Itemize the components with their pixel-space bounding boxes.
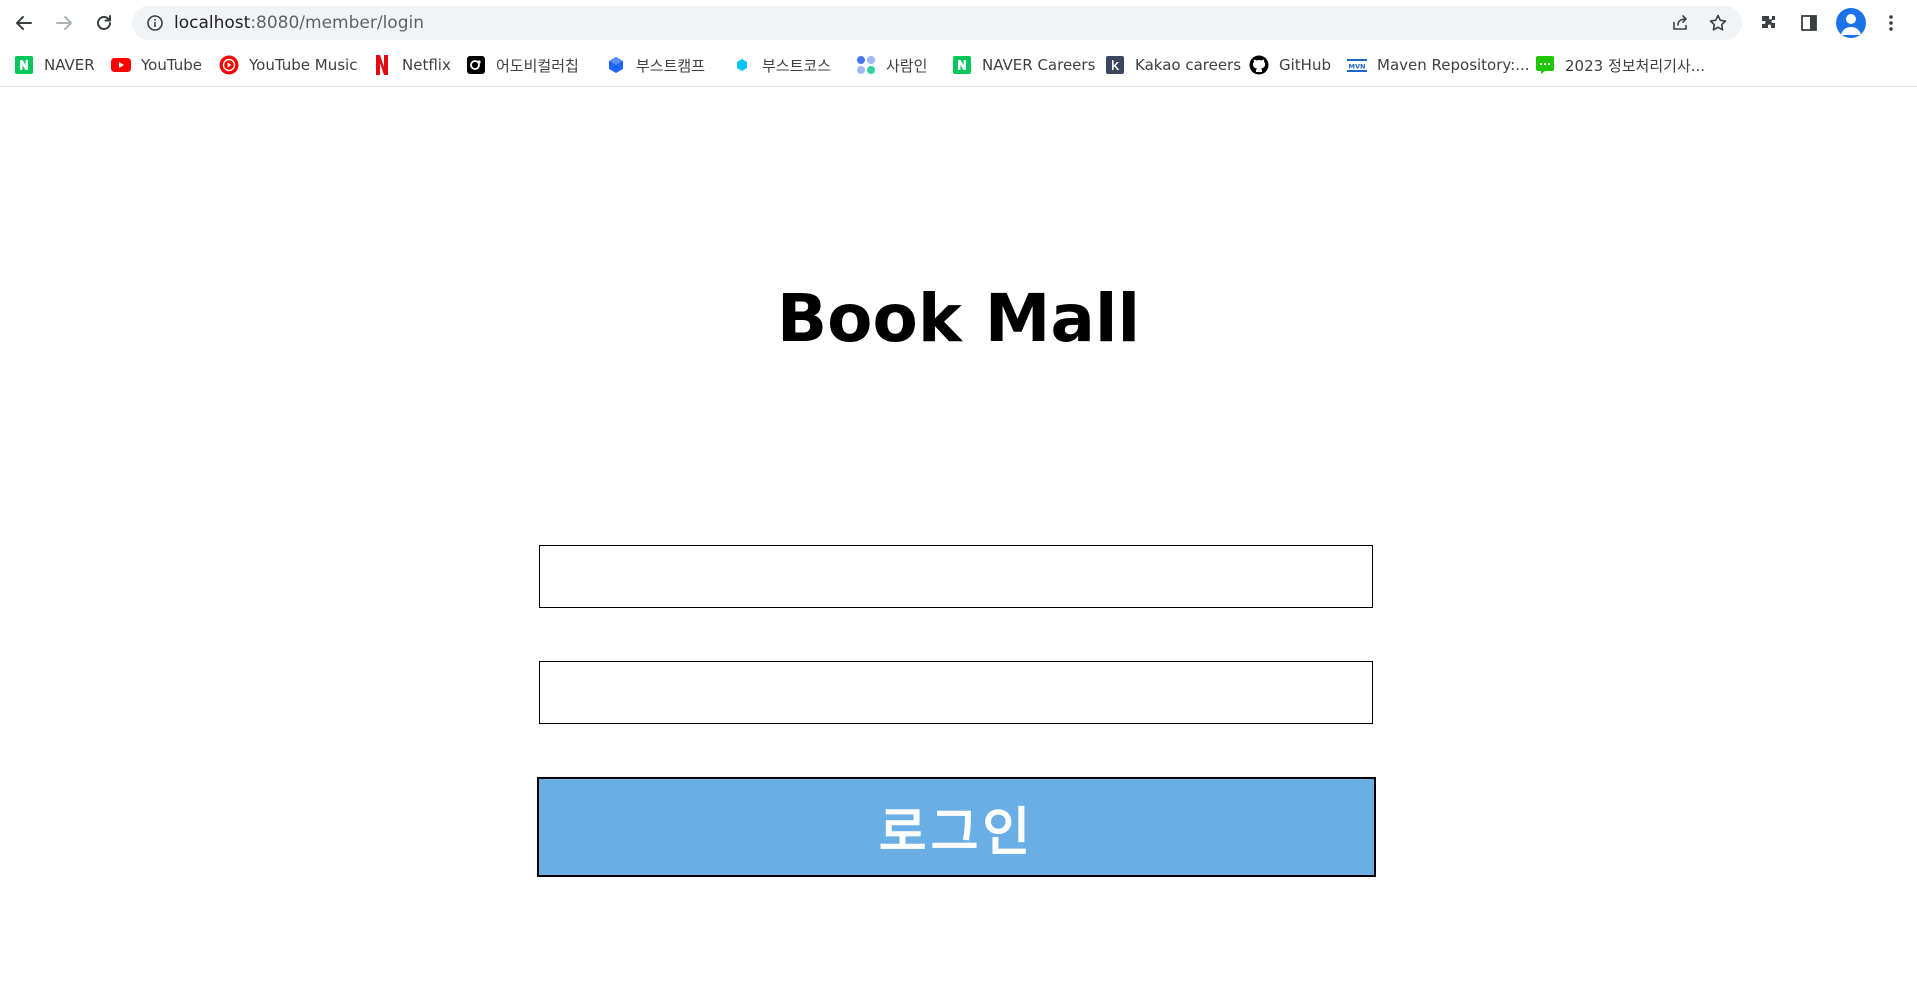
url-host: localhost xyxy=(174,13,251,33)
bookmark-label: YouTube Music xyxy=(249,56,358,74)
adobe-color-icon xyxy=(466,55,486,75)
reload-icon xyxy=(97,15,111,30)
bookmark-saramin[interactable]: 사람인 xyxy=(856,52,927,78)
bookmark-youtube-music[interactable]: YouTube Music xyxy=(219,52,357,78)
bookmarks-bar: NAVER YouTube YouTube Music Netflix 어도비컬… xyxy=(0,46,1917,87)
bookmark-github[interactable]: GitHub xyxy=(1249,52,1331,78)
bookmark-label: NAVER Careers xyxy=(982,56,1096,74)
extensions-button[interactable] xyxy=(1754,8,1784,38)
username-input[interactable] xyxy=(539,545,1373,608)
browser-toolbar: localhost:8080/member/login xyxy=(0,0,1917,46)
kebab-menu-icon xyxy=(1889,15,1893,31)
bookmark-label: Netflix xyxy=(402,56,451,74)
back-arrow-icon xyxy=(16,16,32,30)
youtube-icon xyxy=(111,55,131,75)
naver-icon xyxy=(14,55,34,75)
svg-text:MVN: MVN xyxy=(1349,63,1366,71)
bookmark-kakao-careers[interactable]: Kakao careers xyxy=(1105,52,1241,78)
profile-avatar[interactable] xyxy=(1836,8,1866,38)
side-panel-button[interactable] xyxy=(1794,8,1824,38)
side-panel-icon xyxy=(1801,15,1817,31)
bookmark-boostcamp[interactable]: 부스트캠프 xyxy=(606,52,705,78)
bookmark-star-icon[interactable] xyxy=(1708,13,1728,33)
address-bar[interactable]: localhost:8080/member/login xyxy=(132,6,1742,40)
bookmark-label: 부스트코스 xyxy=(762,56,832,75)
puzzle-icon xyxy=(1762,16,1775,28)
bookmark-youtube[interactable]: YouTube xyxy=(111,52,202,78)
boostcamp-icon xyxy=(606,55,626,75)
browser-menu-button[interactable] xyxy=(1876,8,1906,38)
netflix-icon xyxy=(372,55,392,75)
boostcourse-icon xyxy=(732,55,752,75)
mvn-icon: MVN xyxy=(1347,55,1367,75)
forward-button[interactable] xyxy=(48,7,80,39)
github-icon xyxy=(1249,55,1269,75)
saramin-icon xyxy=(856,55,876,75)
bookmark-naver[interactable]: NAVER xyxy=(14,52,95,78)
bookmark-boostcourse[interactable]: 부스트코스 xyxy=(732,52,831,78)
bookmark-label: NAVER xyxy=(44,56,95,74)
url-text[interactable]: localhost:8080/member/login xyxy=(174,13,424,33)
user-icon xyxy=(1841,14,1861,35)
chat-icon xyxy=(1535,55,1555,75)
bookmark-label: Kakao careers xyxy=(1135,56,1242,74)
password-input[interactable] xyxy=(539,661,1373,724)
bookmark-label: GitHub xyxy=(1279,56,1331,74)
bookmark-label: 2023 정보처리기사... xyxy=(1565,56,1706,75)
naver-careers-icon xyxy=(952,55,972,75)
back-button[interactable] xyxy=(8,7,40,39)
share-icon[interactable] xyxy=(1670,13,1690,33)
page-title: Book Mall xyxy=(776,280,1141,357)
bookmark-label: 어도비컬러칩 xyxy=(496,56,579,75)
bookmark-2023-exam[interactable]: 2023 정보처리기사... xyxy=(1535,52,1705,78)
youtube-music-icon xyxy=(219,55,239,75)
bookmark-label: Maven Repository:... xyxy=(1377,56,1530,74)
bookmark-adobe-color[interactable]: 어도비컬러칩 xyxy=(466,52,579,78)
forward-arrow-icon xyxy=(56,16,72,30)
bookmark-label: 사람인 xyxy=(886,56,928,75)
bookmark-label: YouTube xyxy=(141,56,202,74)
url-path: :8080/member/login xyxy=(250,13,424,33)
site-info-icon[interactable] xyxy=(146,14,164,32)
bookmark-label: 부스트캠프 xyxy=(636,56,706,75)
bookmark-naver-careers[interactable]: NAVER Careers xyxy=(952,52,1095,78)
kakao-careers-icon xyxy=(1105,55,1125,75)
login-button[interactable]: 로그인 xyxy=(537,777,1376,877)
bookmark-maven-repository[interactable]: MVN Maven Repository:... xyxy=(1347,52,1530,78)
bookmark-netflix[interactable]: Netflix xyxy=(372,52,451,78)
reload-button[interactable] xyxy=(88,7,120,39)
login-page: Book Mall 로그인 xyxy=(0,87,1917,983)
